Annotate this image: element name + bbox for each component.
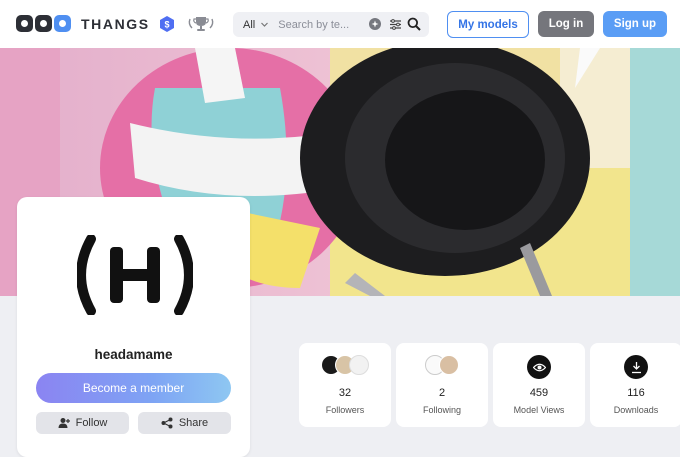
download-icon (624, 355, 648, 379)
follow-button[interactable]: Follow (36, 412, 129, 434)
badge-icon[interactable]: $ (160, 16, 174, 32)
profile-username: headamame (94, 347, 173, 362)
stat-value: 459 (529, 387, 549, 399)
share-button[interactable]: Share (138, 412, 231, 434)
stat-followers[interactable]: 32 Followers (299, 343, 391, 427)
brand-name: THANGS (81, 15, 150, 32)
follow-button-label: Follow (75, 417, 108, 429)
logo-mark-icon (16, 15, 71, 32)
ai-search-icon[interactable] (369, 18, 381, 30)
top-navigation-bar: THANGS $ All My models Log in Sign up (0, 0, 680, 48)
trophy-icon[interactable] (187, 15, 215, 33)
chevron-down-icon[interactable] (260, 20, 269, 29)
thangs-logo[interactable]: THANGS (16, 15, 150, 32)
eye-icon (527, 355, 551, 379)
following-avatars (425, 355, 459, 375)
add-user-icon (58, 418, 70, 428)
svg-text:$: $ (164, 20, 169, 30)
profile-avatar (77, 235, 193, 315)
search-icon[interactable] (407, 17, 421, 31)
my-models-button[interactable]: My models (447, 11, 529, 38)
stat-label: Downloads (613, 405, 659, 415)
stat-label: Followers (325, 405, 365, 415)
stat-following[interactable]: 2 Following (396, 343, 488, 427)
stat-label: Following (422, 405, 462, 415)
share-icon (161, 417, 173, 429)
stat-downloads[interactable]: 116 Downloads (590, 343, 680, 427)
follower-avatars (321, 355, 369, 375)
search-input[interactable] (278, 18, 363, 31)
share-button-label: Share (178, 417, 209, 429)
signup-button[interactable]: Sign up (603, 11, 667, 37)
stat-label: Model Views (513, 405, 565, 415)
login-button[interactable]: Log in (538, 11, 594, 37)
profile-card: headamame Become a member Follow Share (17, 197, 250, 457)
stat-value: 32 (338, 387, 352, 399)
search-category-select[interactable]: All (243, 19, 255, 31)
stat-value: 2 (438, 387, 446, 399)
search-bar[interactable]: All (233, 12, 429, 37)
stat-model-views[interactable]: 459 Model Views (493, 343, 585, 427)
stat-value: 116 (627, 387, 645, 399)
become-member-button[interactable]: Become a member (36, 373, 231, 403)
filter-icon[interactable] (389, 18, 402, 31)
